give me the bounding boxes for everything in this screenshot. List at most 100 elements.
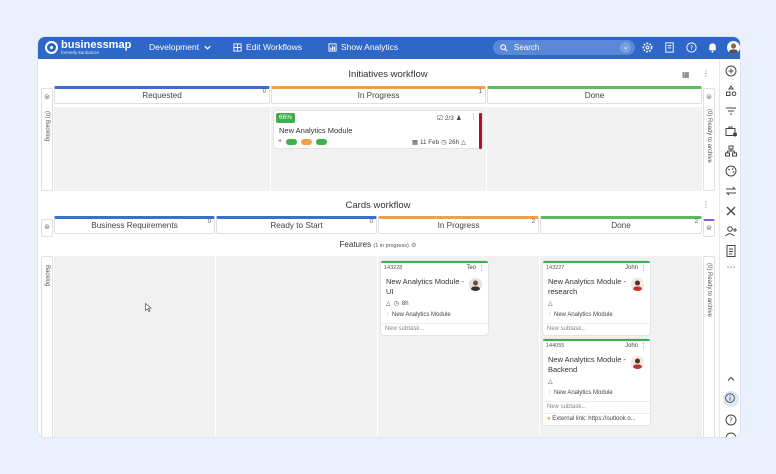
owner-avatar [631,278,644,291]
more-tools-icon[interactable]: ⋯ [724,262,738,276]
notifications-bell-icon[interactable] [706,41,719,54]
cards-archive-sidebar[interactable]: (0) Ready to archive [703,256,715,437]
lane-settings-icon[interactable]: ⚙ [411,243,416,249]
logo[interactable]: businessmap formerly kanbanize [45,40,131,55]
briefcase-clock-icon[interactable] [724,124,738,138]
task-card[interactable]: 143228 Teo ⋮ New Analytics Module - UI △ ◷… [381,261,488,335]
swap-icon[interactable] [724,184,738,198]
column-header-requested[interactable]: Requested 0 [54,86,270,104]
parent-card[interactable]: New Analytics Module [554,390,613,396]
child-card-pill[interactable] [301,138,313,145]
checklist-indicator[interactable]: ☑ 2/3 ♟ [437,114,462,123]
checkbox-icon: ☑ [437,115,443,122]
column-header-in-progress[interactable]: In Progress 2 [378,216,539,234]
column-header-done[interactable]: Done [487,86,702,104]
column-count: 0 [262,89,266,95]
add-user-icon[interactable] [724,224,738,238]
help-icon[interactable]: ? [685,41,698,54]
show-analytics-label: Show Analytics [341,42,399,52]
initiatives-workflow-title: Initiatives workflow [348,69,428,80]
card-menu-icon[interactable]: ⋮ [478,264,485,272]
child-card-pills[interactable] [286,138,328,145]
view-toggle-icon[interactable]: ▦ [682,70,690,79]
column-count: 2 [531,219,535,225]
hierarchy-icon[interactable] [724,144,738,158]
column-count: 1 [478,89,482,95]
shapes-icon[interactable] [724,84,738,98]
card-owner: Teo [466,265,476,271]
card-menu-icon[interactable]: ⋮ [640,264,647,272]
search-input[interactable]: Search ⌄ [493,40,635,55]
show-analytics-button[interactable]: Show Analytics [328,42,398,52]
palette-icon[interactable] [724,164,738,178]
add-icon[interactable]: + [278,138,282,145]
cards-backlog-sidebar[interactable]: Backlog [41,256,53,437]
new-subtask-input[interactable]: New subtask... [543,401,650,412]
chevron-down-icon [204,45,211,50]
column-label: Done [584,91,605,100]
collapse-icon[interactable]: ⊜ [704,93,714,101]
business-requirements-column [54,256,215,437]
parent-card[interactable]: New Analytics Module [392,312,451,318]
cards-archive-collapse[interactable]: ⊜ [703,219,715,237]
lane-header[interactable]: Features (1 in progress) ⚙ [38,240,718,249]
chart-icon [328,42,337,52]
child-card-pill[interactable] [286,138,298,145]
collapse-icon[interactable]: ⊜ [704,224,714,232]
card-title-line2: research [548,287,578,296]
new-subtask-input[interactable]: New subtask... [543,323,650,334]
collapse-icon[interactable]: ⊜ [42,223,52,231]
top-navigation-bar: businessmap formerly kanbanize Developme… [38,37,740,59]
external-link[interactable]: ● External link: https://outlook.o... [543,413,650,424]
users-icon: ♟ [455,115,462,122]
card-id: 143227 [546,265,565,271]
clipboard-icon[interactable] [663,41,676,54]
initiative-card[interactable]: 66% ☑ 2/3 ♟ ⋮ New Analytics Module + ▦ 1… [274,111,482,149]
chat-icon[interactable] [724,431,738,437]
card-menu-icon[interactable]: ⋮ [470,113,477,121]
initiatives-archive-sidebar[interactable]: ⊜ (0) Ready to archive [703,88,715,191]
card-owner: John [624,343,638,349]
edit-workflows-button[interactable]: Edit Workflows [233,42,302,52]
new-subtask-input[interactable]: New subtask... [381,323,488,334]
more-options-icon[interactable]: ⋮ [702,200,710,209]
filter-icon[interactable] [724,104,738,118]
card-title-line2: UI [386,287,394,296]
user-avatar[interactable] [727,41,740,54]
mouse-cursor-icon [145,303,152,312]
column-header-business-requirements[interactable]: Business Requirements 0 [54,216,215,234]
column-header-done[interactable]: Done 2 [540,216,702,234]
column-label: Ready to Start [270,221,323,230]
card-menu-icon[interactable]: ⋮ [640,342,647,350]
parent-link-icon: ↑ [548,390,551,396]
search-options-icon[interactable]: ⌄ [620,42,631,53]
column-header-ready-to-start[interactable]: Ready to Start 0 [216,216,377,234]
tools-icon[interactable] [724,204,738,218]
add-circle-icon[interactable] [724,64,738,78]
svg-text:?: ? [690,44,693,52]
document-icon[interactable] [724,244,738,258]
chevron-up-icon[interactable] [724,372,738,386]
initiatives-backlog-sidebar[interactable]: ⊜ (0) Backlog [41,88,53,191]
card-title-line1: New Analytics Module - [548,355,626,364]
card-title-line2: Backend [548,365,578,374]
info-icon[interactable] [723,391,739,407]
owner-avatar [631,356,644,369]
cards-backlog-collapse[interactable]: ⊜ [41,219,53,237]
collapse-icon[interactable]: ⊜ [42,93,52,101]
workspace-dropdown[interactable]: Development [149,42,212,52]
help-circle-icon[interactable]: ? [724,413,738,427]
owner-avatar [469,278,482,291]
warning-icon: △ [386,301,391,307]
more-options-icon[interactable]: ⋮ [702,69,710,78]
card-color-stripe [543,261,650,263]
card-title: New Analytics Module - Backend [548,355,626,375]
parent-card[interactable]: New Analytics Module [554,312,613,318]
column-label: In Progress [357,91,400,100]
task-card[interactable]: 143227 John ⋮ New Analytics Module - rese… [543,261,650,335]
task-card[interactable]: 144055 John ⋮ New Analytics Module - Back… [543,339,650,425]
column-header-in-progress[interactable]: In Progress 1 [271,86,486,104]
child-card-pill[interactable] [316,138,328,145]
settings-gear-icon[interactable] [641,41,654,54]
right-toolbar: ⋯ ? [719,59,740,437]
